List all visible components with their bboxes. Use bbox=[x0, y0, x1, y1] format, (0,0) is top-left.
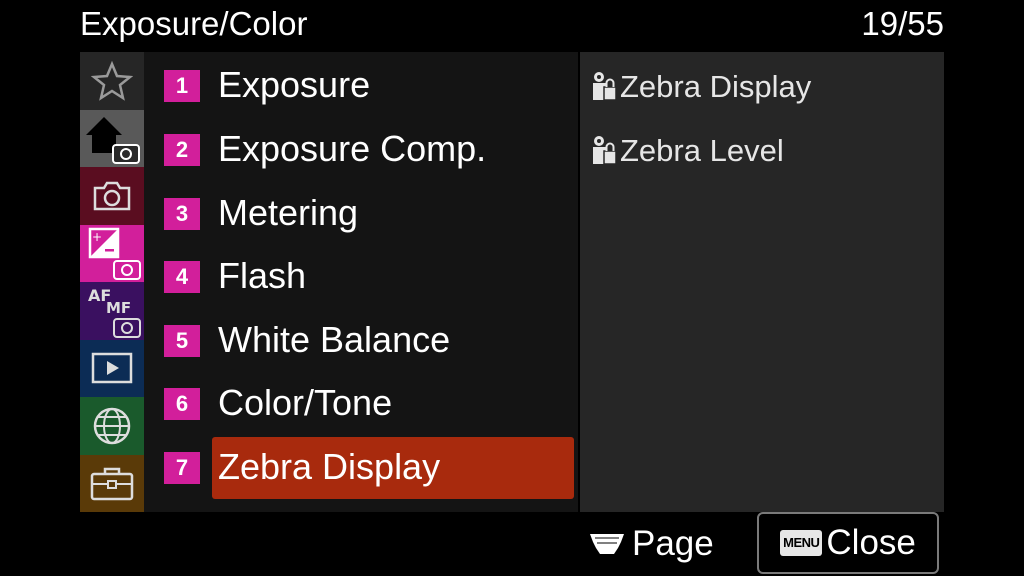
menu-item-number-badge: 4 bbox=[164, 261, 200, 293]
menu-button-icon: MENU bbox=[780, 530, 823, 556]
tab-favorites[interactable] bbox=[80, 52, 144, 110]
menu-item-number-badge: 6 bbox=[164, 388, 200, 420]
menu-item-label: Metering bbox=[218, 192, 359, 233]
tab-playback[interactable] bbox=[80, 339, 144, 397]
menu-item-exposure-comp[interactable]: 2 Exposure Comp. bbox=[144, 117, 578, 180]
menu-item-number-badge: 2 bbox=[164, 134, 200, 166]
submenu-item-zebra-display[interactable]: Zebra Display bbox=[590, 55, 811, 119]
dial-icon bbox=[590, 534, 624, 554]
tab-network[interactable] bbox=[80, 397, 144, 455]
svg-text:+: + bbox=[92, 230, 102, 244]
movie-lock-icon bbox=[593, 136, 617, 165]
tab-exposure-color[interactable]: + bbox=[80, 224, 144, 282]
page-hint-label: Page bbox=[632, 524, 714, 563]
menu-item-label: Color/Tone bbox=[218, 382, 393, 423]
close-button-label: Close bbox=[826, 523, 916, 562]
menu-item-label: Zebra Display bbox=[218, 446, 441, 487]
submenu-item-label: Zebra Level bbox=[620, 133, 784, 168]
svg-text:MF: MF bbox=[106, 299, 131, 317]
movie-lock-icon bbox=[593, 72, 617, 101]
tab-setup[interactable] bbox=[80, 454, 144, 512]
menu-item-label: Exposure bbox=[218, 64, 371, 105]
tab-shooting[interactable] bbox=[80, 167, 144, 225]
menu-item-label: White Balance bbox=[218, 319, 451, 360]
page-counter: 19/55 bbox=[861, 5, 944, 42]
camera-icon bbox=[93, 181, 131, 210]
menu-list: 1 Exposure 2 Exposure Comp. 3 Metering 4… bbox=[144, 52, 578, 512]
submenu-panel: Zebra Display Zebra Level bbox=[580, 52, 944, 512]
page-hint[interactable]: Page bbox=[588, 520, 714, 568]
menu-item-number-badge: 5 bbox=[164, 325, 200, 357]
menu-item-flash[interactable]: 4 Flash bbox=[144, 244, 578, 307]
submenu-item-label: Zebra Display bbox=[620, 69, 812, 104]
submenu-item-zebra-level[interactable]: Zebra Level bbox=[590, 119, 784, 183]
toolbox-icon bbox=[90, 468, 134, 501]
exposure-comp-icon: + bbox=[88, 228, 141, 281]
tab-main[interactable] bbox=[80, 109, 144, 167]
menu-item-number-badge: 7 bbox=[164, 452, 200, 484]
tab-focus[interactable]: AF MF bbox=[80, 282, 144, 340]
menu-item-exposure[interactable]: 1 Exposure bbox=[144, 53, 578, 116]
home-camera-icon bbox=[86, 117, 140, 165]
menu-item-number-badge: 3 bbox=[164, 198, 200, 230]
menu-item-color-tone[interactable]: 6 Color/Tone bbox=[144, 371, 578, 434]
menu-item-white-balance[interactable]: 5 White Balance bbox=[144, 308, 578, 371]
side-tab-bar: + AF MF bbox=[80, 52, 144, 512]
menu-item-label: Flash bbox=[218, 255, 307, 296]
close-button[interactable]: MENU Close bbox=[757, 512, 939, 574]
star-icon bbox=[91, 60, 133, 101]
menu-item-label: Exposure Comp. bbox=[218, 128, 487, 169]
menu-item-zebra-display[interactable]: 7 Zebra Display bbox=[144, 435, 578, 499]
af-mf-icon: AF MF bbox=[88, 286, 141, 338]
globe-icon bbox=[93, 407, 131, 444]
playback-icon bbox=[91, 353, 133, 384]
menu-item-number-badge: 1 bbox=[164, 70, 200, 102]
page-title: Exposure/Color bbox=[80, 5, 308, 42]
menu-item-metering[interactable]: 3 Metering bbox=[144, 181, 578, 244]
